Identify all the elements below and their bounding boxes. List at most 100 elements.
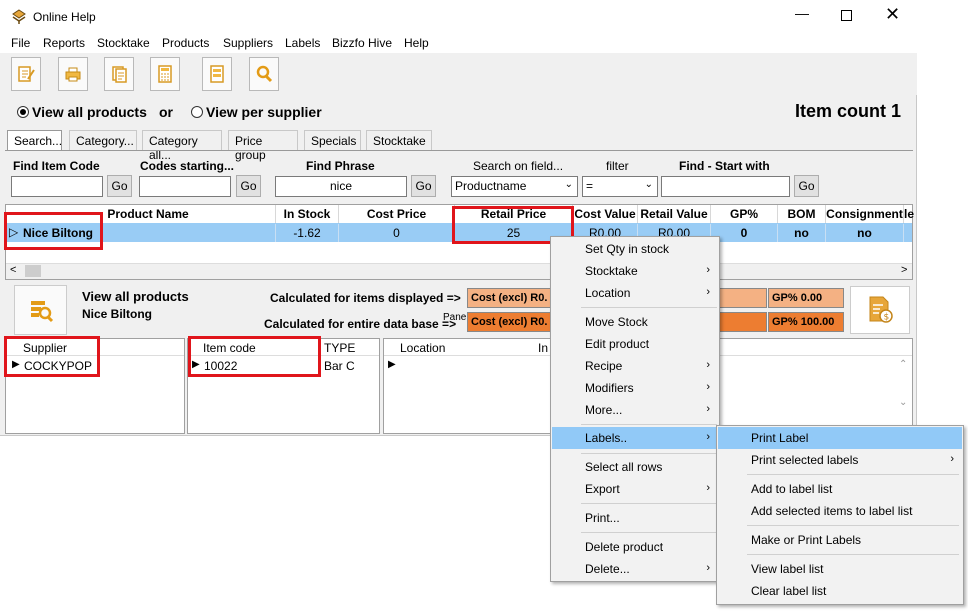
tab-divider [5, 150, 913, 151]
print-icon [65, 67, 81, 82]
ctx-labels[interactable]: Labels.. › [552, 427, 718, 449]
menu-bizzfo-hive[interactable]: Bizzfo Hive [332, 36, 392, 50]
col-cost-value[interactable]: Cost Value [573, 205, 638, 223]
ctx-stocktake[interactable]: Stocktake › [552, 260, 718, 282]
col-retail-value[interactable]: Retail Value [638, 205, 711, 223]
find-start-go-button[interactable]: Go [794, 175, 819, 197]
tab-specials[interactable]: Specials [304, 130, 361, 151]
maximize-icon[interactable] [841, 10, 852, 21]
view-per-supplier-radio[interactable]: View per supplier [191, 104, 322, 120]
report-button[interactable] [202, 57, 232, 91]
ctx-recipe[interactable]: Recipe › [552, 355, 718, 377]
find-phrase-input[interactable]: nice [275, 176, 407, 197]
sub-clear-label-list[interactable]: Clear label list [718, 580, 962, 602]
edit-button[interactable] [11, 57, 41, 91]
search-icon [256, 65, 273, 83]
col-bom[interactable]: BOM [778, 205, 826, 223]
menu-suppliers[interactable]: Suppliers [223, 36, 273, 50]
menu-help[interactable]: Help [404, 36, 429, 50]
col-gp[interactable]: GP% [711, 205, 778, 223]
menu-separator [581, 307, 717, 308]
ctx-edit-product[interactable]: Edit product [552, 333, 718, 355]
type-header[interactable]: TYPE [324, 341, 355, 355]
ctx-modifiers[interactable]: Modifiers › [552, 377, 718, 399]
col-consignment[interactable]: Consignment [826, 205, 904, 223]
copy-button[interactable] [104, 57, 134, 91]
in-header[interactable]: In [538, 341, 548, 355]
scroll-left-icon[interactable]: < [10, 264, 16, 276]
sub-print-selected-labels[interactable]: Print selected labels › [718, 449, 962, 471]
tab-price-group[interactable]: Price group [228, 130, 298, 162]
app-logo-icon [12, 9, 26, 28]
ctx-print[interactable]: Print... [552, 507, 718, 529]
view-all-products-radio[interactable]: View all products [17, 104, 147, 120]
row-pointer-icon: ▶ [388, 359, 396, 370]
highlight-box-item-code [188, 336, 321, 377]
tab-stocktake[interactable]: Stocktake [366, 130, 432, 151]
sub-make-or-print-labels[interactable]: Make or Print Labels [718, 529, 962, 551]
item-count: Item count 1 [795, 101, 902, 121]
search-button[interactable] [249, 57, 279, 91]
find-start-input[interactable] [661, 176, 790, 197]
col-le[interactable]: le [904, 205, 914, 223]
document-search-icon [30, 301, 53, 323]
cell-gp[interactable]: 0 [711, 224, 778, 242]
scroll-down-icon[interactable]: ⌄ [899, 397, 907, 408]
menu-reports[interactable]: Reports [43, 36, 85, 50]
find-item-code-go-button[interactable]: Go [107, 175, 132, 197]
cell-in-stock[interactable]: -1.62 [276, 224, 339, 242]
menu-labels[interactable]: Labels [285, 36, 320, 50]
sub-add-selected-to-label-list[interactable]: Add selected items to label list [718, 500, 962, 522]
tab-category[interactable]: Category... [69, 130, 137, 151]
menu-stocktake[interactable]: Stocktake [97, 36, 150, 50]
menu-file[interactable]: File [11, 36, 30, 50]
col-in-stock[interactable]: In Stock [276, 205, 339, 223]
cell-bom[interactable]: no [778, 224, 826, 242]
ctx-move-stock[interactable]: Move Stock [552, 311, 718, 333]
filter-select[interactable]: = ⌄ [582, 176, 658, 197]
minimize-icon[interactable]: — [795, 5, 809, 21]
horizontal-scrollbar[interactable] [6, 263, 912, 279]
ctx-delete[interactable]: Delete... › [552, 558, 718, 580]
ctx-set-qty-in-stock[interactable]: Set Qty in stock [552, 238, 718, 260]
type-cell[interactable]: Bar C [324, 359, 355, 373]
sub-view-label-list[interactable]: View label list [718, 558, 962, 580]
chevron-right-icon: › [950, 453, 954, 465]
cell-consignment[interactable]: no [826, 224, 904, 242]
col-cost-price[interactable]: Cost Price [339, 205, 455, 223]
chevron-right-icon: › [706, 403, 710, 415]
scroll-up-icon[interactable]: ⌃ [899, 359, 907, 370]
ctx-recipe-label: Recipe [585, 359, 623, 373]
ctx-more[interactable]: More... › [552, 399, 718, 421]
close-icon[interactable]: ✕ [885, 4, 900, 25]
search-on-field-select[interactable]: Productname ⌄ [451, 176, 578, 197]
ctx-location[interactable]: Location › [552, 282, 718, 304]
cell-cost-price[interactable]: 0 [339, 224, 455, 242]
scroll-right-icon[interactable]: > [901, 264, 907, 276]
chevron-down-icon: ⌄ [564, 179, 573, 190]
print-button[interactable] [58, 57, 88, 91]
chevron-right-icon: › [706, 264, 710, 276]
calculator-button[interactable] [150, 57, 180, 91]
codes-starting-go-button[interactable]: Go [236, 175, 261, 197]
highlight-box-supplier [4, 336, 100, 377]
ctx-select-all-rows[interactable]: Select all rows [552, 456, 718, 478]
codes-starting-label: Codes starting... [140, 159, 235, 173]
codes-starting-input[interactable] [139, 176, 231, 197]
product-search-button[interactable] [14, 285, 67, 335]
location-header[interactable]: Location [400, 341, 445, 355]
sub-print-label[interactable]: Print Label [718, 427, 962, 449]
chevron-right-icon: › [706, 359, 710, 371]
menu-products[interactable]: Products [162, 36, 209, 50]
scroll-thumb[interactable] [25, 265, 41, 277]
tab-category-all[interactable]: Category all... [142, 130, 222, 162]
find-phrase-go-button[interactable]: Go [411, 175, 436, 197]
tab-search[interactable]: Search... [7, 130, 62, 151]
sub-add-to-label-list[interactable]: Add to label list [718, 478, 962, 500]
invoice-button[interactable]: $ [850, 286, 910, 334]
ctx-delete-product[interactable]: Delete product [552, 536, 718, 558]
view-all-products-label: View all products [32, 104, 147, 120]
find-item-code-input[interactable] [11, 176, 103, 197]
menu-separator [747, 525, 959, 526]
ctx-export[interactable]: Export › [552, 478, 718, 500]
